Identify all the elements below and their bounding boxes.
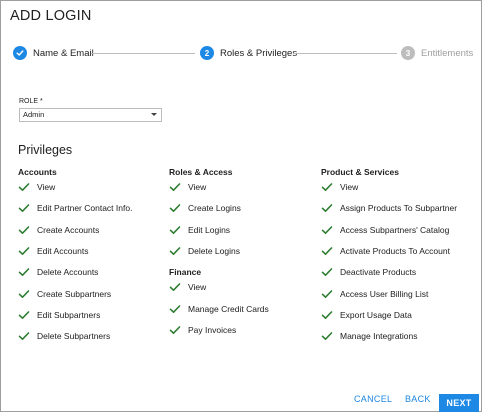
check-icon: [18, 183, 30, 191]
privilege-item: Activate Products To Account: [321, 245, 450, 257]
privilege-label: View: [188, 182, 207, 192]
dropdown-arrow-icon: [151, 113, 157, 116]
check-icon: [18, 332, 30, 341]
privilege-item: Create Subpartners: [18, 288, 111, 300]
dialog-title: ADD LOGIN: [10, 8, 92, 24]
privilege-label: Delete Subpartners: [37, 331, 111, 342]
privilege-label: Access User Billing List: [340, 288, 429, 299]
step-label: Name & Email: [33, 47, 94, 59]
check-icon: [169, 326, 181, 334]
privilege-item: Access Subpartners' Catalog: [321, 224, 449, 236]
products-title: Product & Services: [321, 167, 399, 177]
privilege-item: Manage Integrations: [321, 330, 418, 342]
check-icon: [321, 310, 333, 319]
privilege-item: Edit Subpartners: [18, 309, 100, 321]
check-icon: [321, 247, 333, 255]
step-label: Roles & Privileges: [220, 47, 298, 59]
step-connector: [293, 52, 397, 54]
roles-access-column: Roles & Access: [169, 167, 232, 177]
privilege-label: Delete Accounts: [37, 267, 99, 278]
privilege-label: Pay Invoices: [188, 325, 237, 335]
privilege-label: Deactivate Products: [340, 267, 417, 278]
check-icon: [169, 304, 181, 313]
check-icon: [169, 247, 181, 255]
step-entitlements[interactable]: 3 Entitlements: [401, 43, 473, 63]
check-icon: [321, 268, 333, 277]
privilege-label: Edit Accounts: [37, 245, 89, 256]
privilege-label: Create Accounts: [37, 224, 100, 235]
cancel-button[interactable]: CANCEL: [354, 394, 392, 404]
privilege-item: Edit Partner Contact Info.: [18, 202, 132, 214]
privilege-label: View: [188, 282, 207, 292]
check-icon: [169, 283, 181, 291]
check-icon: [321, 289, 333, 298]
privilege-item: View: [321, 181, 358, 193]
check-icon: [169, 183, 181, 191]
next-button[interactable]: NEXT: [439, 394, 479, 412]
privilege-label: Assign Products To Subpartner: [340, 203, 458, 214]
step-name-email[interactable]: Name & Email: [13, 43, 94, 63]
check-icon: [18, 225, 30, 234]
privilege-item: Access User Billing List: [321, 288, 428, 300]
privilege-label: Access Subpartners' Catalog: [340, 224, 450, 235]
check-icon: [18, 247, 30, 255]
step-label: Entitlements: [421, 47, 474, 59]
privilege-item: Delete Accounts: [18, 266, 98, 278]
privileges-heading: Privileges: [18, 143, 73, 157]
privilege-label: Create Subpartners: [37, 288, 112, 299]
check-icon: [321, 332, 333, 341]
step-number: 2: [200, 46, 214, 60]
privilege-item: View: [169, 181, 206, 193]
accounts-column: Accounts: [18, 167, 57, 177]
check-icon: [18, 289, 30, 298]
privilege-item: Export Usage Data: [321, 309, 412, 321]
privilege-item: Delete Logins: [169, 245, 240, 257]
check-icon: [169, 204, 181, 213]
check-icon: [13, 46, 27, 60]
privilege-item: View: [18, 181, 55, 193]
privilege-item: Manage Credit Cards: [169, 303, 269, 315]
add-login-dialog: ADD LOGIN Name & Email 2 Roles & Privile…: [0, 0, 482, 412]
check-icon: [18, 204, 30, 213]
step-connector: [91, 52, 195, 54]
privilege-label: Activate Products To Account: [340, 245, 450, 256]
check-icon: [321, 183, 333, 191]
privilege-label: Edit Logins: [188, 224, 231, 235]
privilege-item: Create Logins: [169, 202, 241, 214]
check-icon: [169, 225, 181, 234]
privilege-label: Edit Partner Contact Info.: [37, 203, 133, 214]
privilege-label: Edit Subpartners: [37, 309, 101, 320]
privilege-label: View: [340, 182, 359, 192]
role-label: ROLE *: [19, 98, 43, 105]
privilege-label: Create Logins: [188, 203, 241, 214]
products-column: Product & Services: [321, 167, 399, 177]
finance-title: Finance: [169, 267, 202, 277]
privilege-item: Edit Accounts: [18, 245, 89, 257]
role-value: Admin: [23, 110, 45, 119]
privilege-label: Manage Integrations: [340, 331, 418, 342]
stepper: Name & Email 2 Roles & Privileges 3 Enti…: [1, 43, 482, 63]
privilege-item: Assign Products To Subpartner: [321, 202, 457, 214]
back-button[interactable]: BACK: [405, 394, 431, 404]
roles-access-title: Roles & Access: [169, 167, 233, 177]
privilege-label: Delete Logins: [188, 245, 240, 256]
privilege-item: Create Accounts: [18, 224, 99, 236]
privilege-item: Delete Subpartners: [18, 330, 110, 342]
role-select[interactable]: Admin: [19, 108, 162, 122]
step-number: 3: [401, 46, 415, 60]
privilege-label: Manage Credit Cards: [188, 303, 269, 314]
accounts-title: Accounts: [18, 167, 57, 177]
check-icon: [321, 204, 333, 213]
privilege-label: View: [37, 182, 56, 192]
check-icon: [18, 268, 30, 277]
privilege-label: Export Usage Data: [340, 309, 412, 320]
privilege-item: Pay Invoices: [169, 324, 236, 336]
privilege-item: Deactivate Products: [321, 266, 416, 278]
check-icon: [18, 310, 30, 319]
check-icon: [321, 225, 333, 234]
privilege-item: View: [169, 281, 206, 293]
privilege-item: Edit Logins: [169, 224, 230, 236]
step-roles-privileges[interactable]: 2 Roles & Privileges: [200, 43, 297, 63]
